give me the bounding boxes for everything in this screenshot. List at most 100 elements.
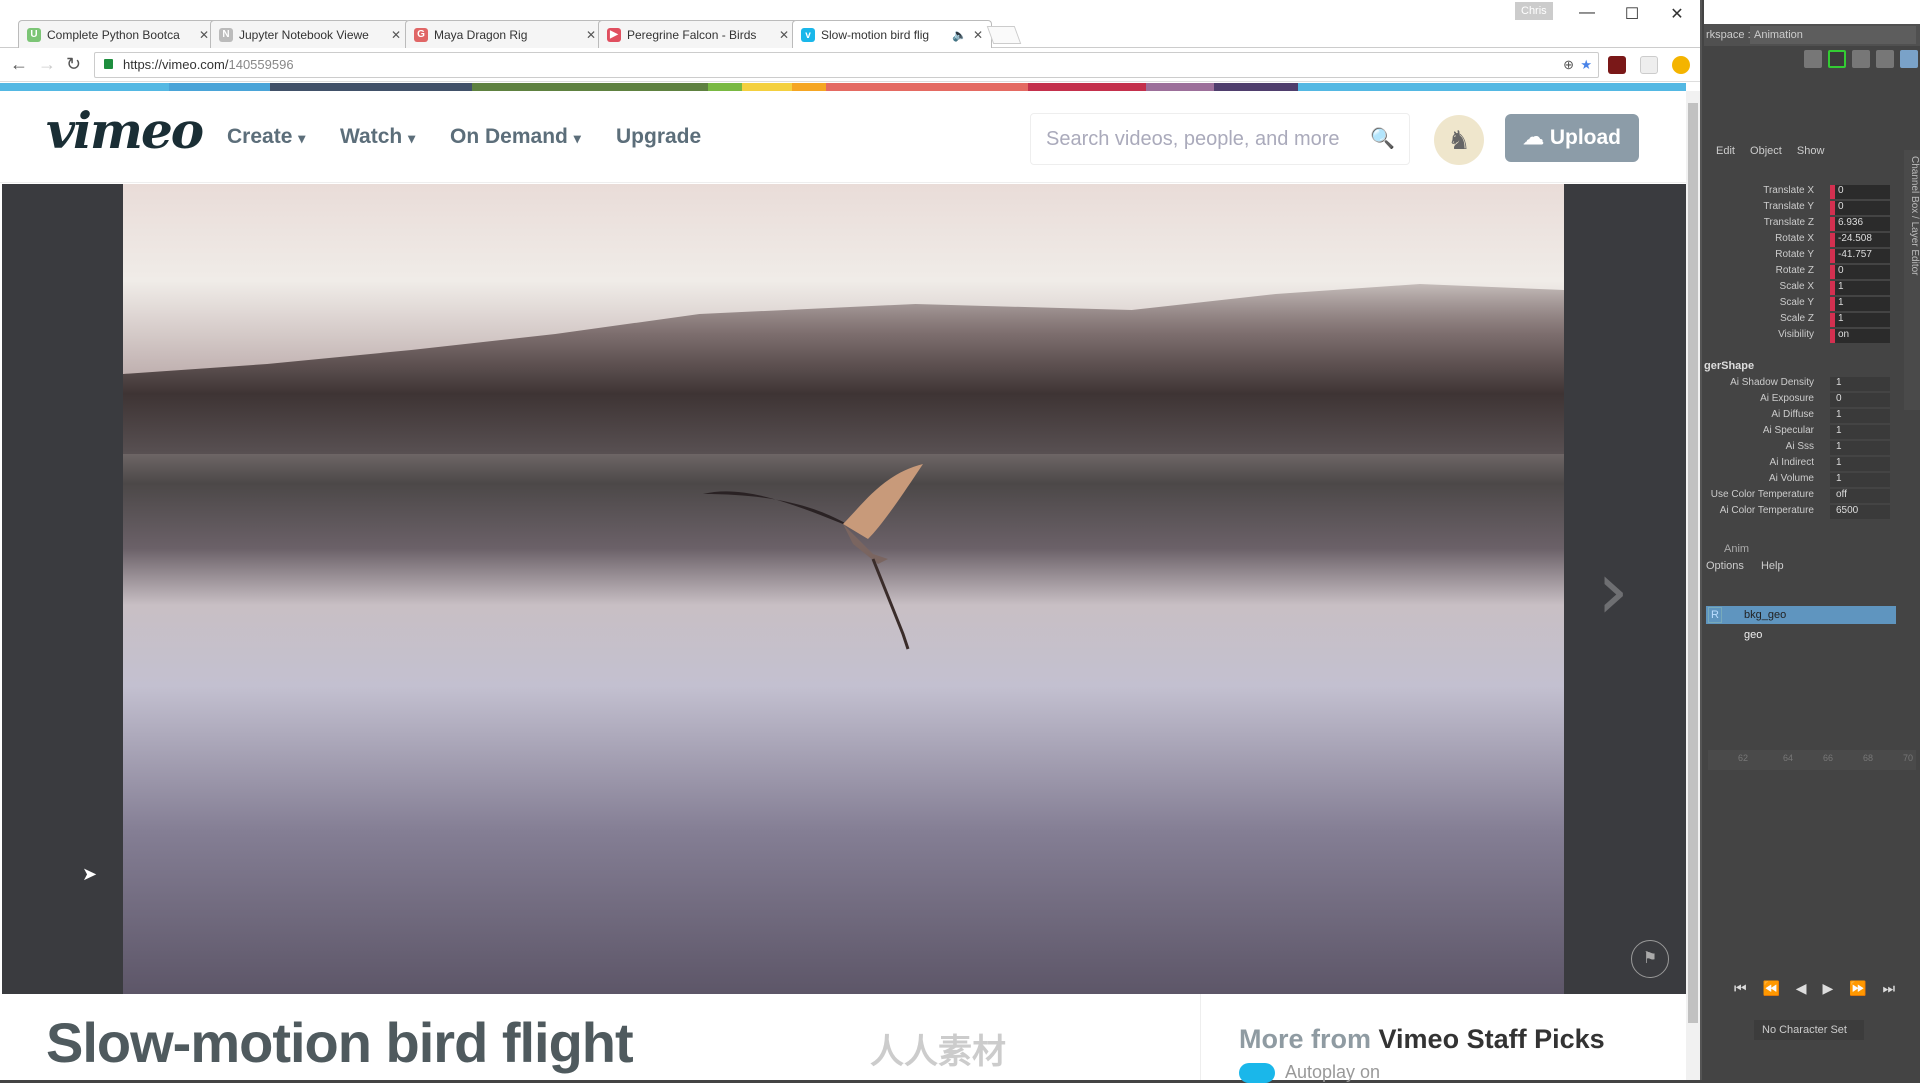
attribute-value[interactable]: 6500 [1830,505,1890,519]
back-arrow-icon[interactable]: ← [10,54,28,75]
minimize-button[interactable]: — [1572,4,1602,26]
channel-box-icon[interactable] [1828,50,1846,68]
nav-upgrade[interactable]: Upgrade [616,125,701,149]
url-host: https://vimeo.com/ [123,57,229,72]
close-tab-icon[interactable]: ✕ [391,28,401,42]
attribute-name: Scale Z [1780,313,1814,324]
attribute-row: Visibility on [1704,329,1904,345]
reload-icon[interactable]: ↻ [66,54,81,75]
menu-show[interactable]: Show [1797,145,1825,157]
cast-extension-icon[interactable] [1640,56,1658,74]
forward-arrow-icon[interactable]: → [38,54,56,75]
attribute-row: Scale Z 1 [1704,313,1904,329]
attribute-value[interactable]: 0 [1830,265,1890,279]
workspace-value[interactable]: Animation [1750,26,1916,44]
bookmark-star-icon[interactable]: ★ [1580,53,1592,77]
extension-icon[interactable] [1672,56,1690,74]
stripe-segment [1146,83,1214,91]
tick-label: 70 [1903,753,1914,763]
maya-toolbar [1704,46,1920,76]
close-tab-icon[interactable]: ✕ [973,28,983,42]
stripe-segment [0,83,169,91]
tab-label: Jupyter Notebook Viewe [239,27,369,42]
tab-maya-dragon-rig[interactable]: G Maya Dragon Rig ✕ [405,20,605,48]
attribute-value[interactable]: -24.508 [1830,233,1890,247]
layer-row[interactable]: geo [1706,626,1896,644]
tab-label: Complete Python Bootca [47,27,180,42]
layer-tab-anim[interactable]: Anim [1724,543,1749,555]
attribute-editor-icon[interactable] [1804,50,1822,68]
new-tab-button[interactable] [986,26,1022,44]
layer-flag[interactable]: R [1708,607,1722,623]
attribute-value[interactable]: 6.936 [1830,217,1890,231]
tab-label: Maya Dragon Rig [434,27,528,42]
maximize-button[interactable]: ☐ [1617,4,1647,26]
close-tab-icon[interactable]: ✕ [586,28,596,42]
menu-object[interactable]: Object [1750,145,1782,157]
layer-row[interactable]: Rbkg_geo [1706,606,1896,624]
acrobat-extension-icon[interactable] [1608,56,1626,74]
attribute-value[interactable]: 1 [1830,409,1890,423]
tab-peregrine-falcon[interactable]: ▶ Peregrine Falcon - Birds ✕ [598,20,798,48]
profile-badge[interactable]: Chris [1515,2,1553,20]
close-window-button[interactable]: ✕ [1662,4,1692,26]
more-from-heading: More from Vimeo Staff Picks [1239,1024,1605,1055]
attribute-value[interactable]: 1 [1830,281,1890,295]
close-tab-icon[interactable]: ✕ [199,28,209,42]
outliner-icon[interactable] [1852,50,1870,68]
attribute-value[interactable]: 1 [1830,473,1890,487]
tab-python-bootcamp[interactable]: U Complete Python Bootca ✕ [18,20,218,48]
attribute-value[interactable]: -41.757 [1830,249,1890,263]
tool-settings-icon[interactable] [1876,50,1894,68]
search-input[interactable]: Search videos, people, and more 🔍 [1030,113,1410,165]
workspace-selector[interactable]: rkspace : Animation [1704,24,1920,46]
layers-icon[interactable] [1900,50,1918,68]
stripe-segment [826,83,1029,91]
attribute-value[interactable]: 1 [1830,297,1890,311]
audio-playing-icon[interactable]: 🔈 [952,28,967,42]
vimeo-header: vimeo Create ▾ Watch ▾ On Demand ▾ Upgra… [0,91,1686,183]
close-tab-icon[interactable]: ✕ [779,28,789,42]
video-frame[interactable] [123,184,1564,994]
tick-label: 68 [1863,753,1874,763]
attribute-name: Ai Shadow Density [1730,377,1814,388]
flag-icon[interactable]: ⚑ [1631,940,1669,978]
time-slider[interactable]: 62 64 66 68 70 [1708,750,1916,770]
vimeo-logo[interactable]: vimeo [46,101,204,160]
workspace-label: rkspace : [1706,29,1751,41]
playback-controls[interactable]: ⏮ ⏪ ◀ ▶ ⏩ ⏭ [1734,980,1901,997]
upload-button[interactable]: ☁ Upload [1505,114,1639,162]
nav-watch[interactable]: Watch ▾ [340,125,415,149]
attribute-value[interactable]: off [1830,489,1890,503]
tab-slow-motion-bird[interactable]: v Slow-motion bird flig 🔈 ✕ [792,20,992,49]
attribute-value[interactable]: 0 [1830,201,1890,215]
url-input[interactable]: https://vimeo.com/140559596 ⊕ ★ [94,52,1599,78]
avatar[interactable]: ♞ [1434,115,1484,165]
character-set-dropdown[interactable]: No Character Set [1754,1020,1864,1040]
more-from-channel[interactable]: Vimeo Staff Picks [1379,1024,1605,1054]
stripe-segment [1213,83,1299,91]
nav-label: On Demand [450,125,568,148]
attribute-value[interactable]: 1 [1830,457,1890,471]
attribute-value[interactable]: 1 [1830,313,1890,327]
attribute-value[interactable]: 0 [1830,185,1890,199]
nav-on-demand[interactable]: On Demand ▾ [450,125,581,149]
tab-jupyter[interactable]: N Jupyter Notebook Viewe ✕ [210,20,410,48]
menu-help[interactable]: Help [1761,560,1784,572]
attribute-value[interactable]: on [1830,329,1890,343]
zoom-icon[interactable]: ⊕ [1563,53,1574,77]
next-video-arrow-icon[interactable]: › [1597,544,1629,637]
attribute-value[interactable]: 1 [1830,377,1890,391]
attribute-value[interactable]: 1 [1830,425,1890,439]
menu-edit[interactable]: Edit [1716,145,1735,157]
chevron-down-icon: ▾ [573,130,581,146]
attribute-value[interactable]: 0 [1830,393,1890,407]
attribute-value[interactable]: 1 [1830,441,1890,455]
attribute-row: Ai Volume 1 [1704,473,1904,489]
channel-box-side-tab[interactable]: Channel Box / Layer Editor [1904,150,1920,410]
attribute-row: Ai Specular 1 [1704,425,1904,441]
search-icon[interactable]: 🔍 [1370,114,1395,164]
nav-create[interactable]: Create ▾ [227,125,305,149]
video-player[interactable]: › ⚑ ➤ [2,184,1686,994]
menu-options[interactable]: Options [1706,560,1744,572]
